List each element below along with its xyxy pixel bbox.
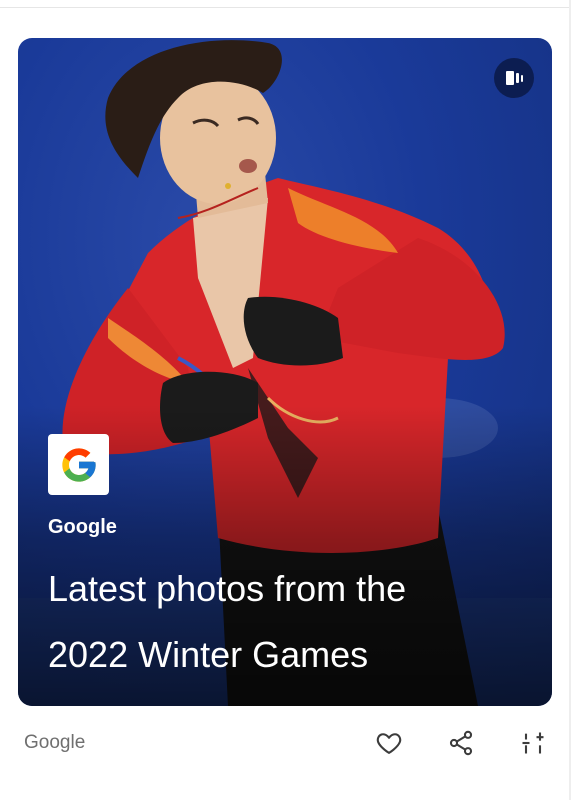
publisher-name: Google — [48, 516, 117, 538]
top-divider — [0, 7, 571, 8]
headline-line-2: 2022 Winter Games — [48, 634, 369, 675]
footer-source: Google — [24, 732, 86, 753]
story-headline[interactable]: Latest photos from the 2022 Winter Games — [48, 556, 528, 688]
publisher-logo — [48, 434, 109, 495]
like-button[interactable] — [372, 726, 406, 760]
web-story-icon — [494, 58, 534, 98]
more-options-button[interactable] — [516, 726, 550, 760]
heart-icon — [376, 733, 402, 754]
story-card[interactable]: Google Latest photos from the 2022 Winte… — [18, 38, 552, 706]
share-icon — [449, 730, 473, 756]
headline-line-1: Latest photos from the — [48, 568, 407, 609]
tune-icon — [522, 732, 544, 754]
share-button[interactable] — [444, 726, 478, 760]
google-g-logo — [61, 447, 96, 482]
